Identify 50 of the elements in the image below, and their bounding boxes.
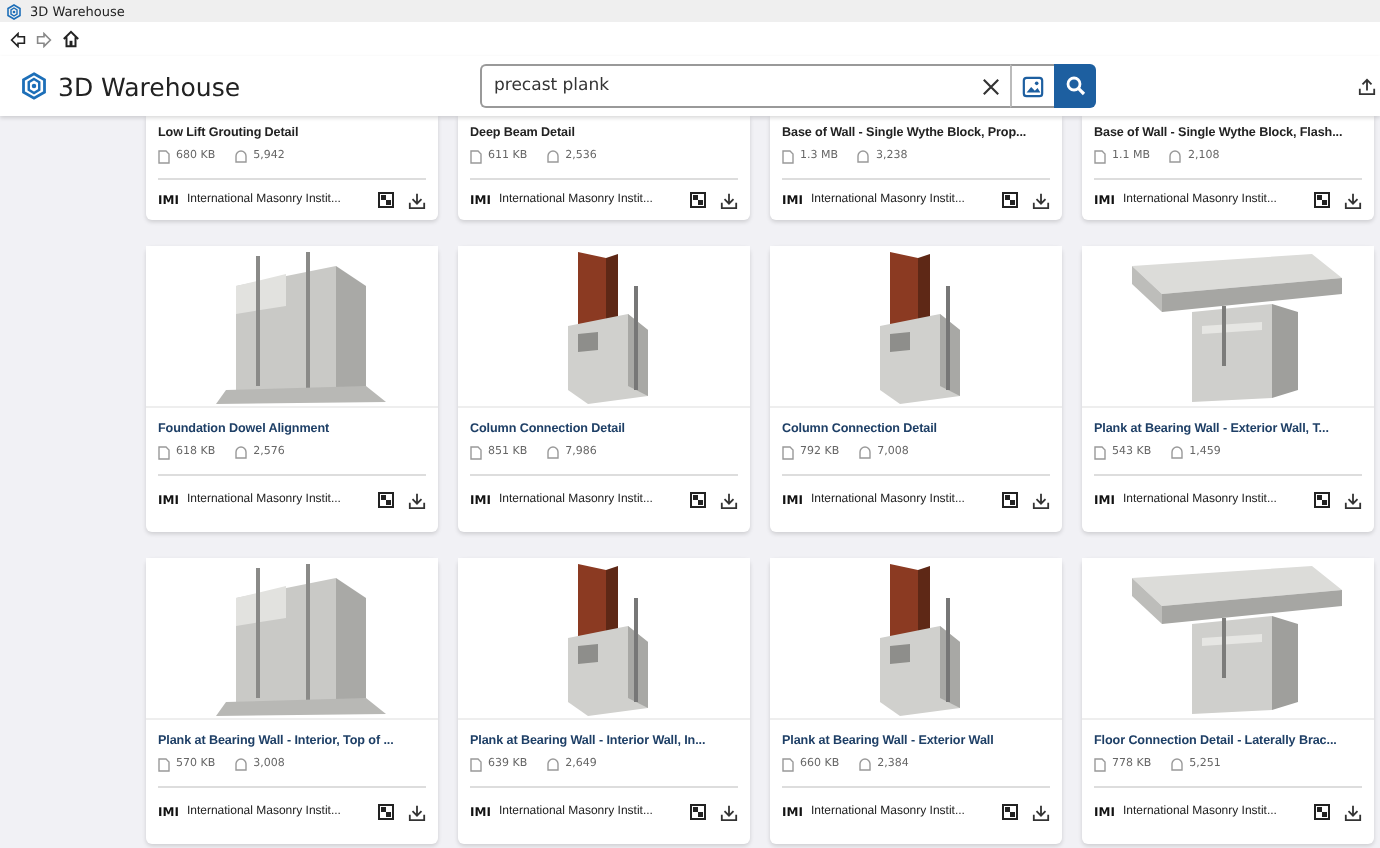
checker-icon[interactable] xyxy=(1314,804,1330,820)
clear-button[interactable] xyxy=(972,64,1010,108)
download-icon[interactable] xyxy=(720,491,738,509)
file-icon xyxy=(470,757,482,771)
checker-icon[interactable] xyxy=(1002,804,1018,820)
checker-icon[interactable] xyxy=(378,804,394,820)
download-icon[interactable] xyxy=(1032,491,1050,509)
checker-icon[interactable] xyxy=(1002,192,1018,208)
search-button[interactable] xyxy=(1054,64,1096,108)
close-icon xyxy=(982,77,1000,95)
download-icon[interactable] xyxy=(1344,803,1362,821)
download-icon[interactable] xyxy=(1344,191,1362,209)
back-icon[interactable] xyxy=(10,31,26,47)
logo-text: 3D Warehouse xyxy=(58,71,241,101)
logo-icon xyxy=(20,72,48,100)
search-field[interactable]: precast plank xyxy=(480,64,972,108)
forward-icon[interactable] xyxy=(36,31,52,47)
checker-icon[interactable] xyxy=(690,804,706,820)
download-icon[interactable] xyxy=(1344,491,1362,509)
file-icon xyxy=(782,445,794,459)
search-icon xyxy=(1065,76,1085,96)
checker-icon[interactable] xyxy=(690,492,706,508)
file-icon xyxy=(158,757,170,771)
app-logo-icon xyxy=(6,3,22,19)
file-icon xyxy=(158,445,170,459)
download-icon[interactable] xyxy=(408,191,426,209)
image-search-button[interactable] xyxy=(1010,64,1054,108)
checker-icon[interactable] xyxy=(690,192,706,208)
download-icon[interactable] xyxy=(1032,803,1050,821)
file-icon xyxy=(470,445,482,459)
checker-icon[interactable] xyxy=(1314,492,1330,508)
file-icon xyxy=(1094,445,1106,459)
share-icon[interactable] xyxy=(1358,77,1376,95)
file-icon xyxy=(158,149,170,163)
file-icon xyxy=(782,757,794,771)
file-icon xyxy=(782,149,794,163)
file-icon xyxy=(1094,757,1106,771)
download-icon[interactable] xyxy=(1032,191,1050,209)
checker-icon[interactable] xyxy=(1002,492,1018,508)
download-icon[interactable] xyxy=(720,803,738,821)
checker-icon[interactable] xyxy=(378,192,394,208)
download-icon[interactable] xyxy=(408,491,426,509)
download-icon[interactable] xyxy=(408,803,426,821)
download-icon[interactable] xyxy=(720,191,738,209)
file-icon xyxy=(1094,149,1106,163)
checker-icon[interactable] xyxy=(1314,192,1330,208)
image-icon xyxy=(1022,75,1044,97)
home-icon[interactable] xyxy=(62,30,80,48)
checker-icon[interactable] xyxy=(378,492,394,508)
file-icon xyxy=(470,149,482,163)
